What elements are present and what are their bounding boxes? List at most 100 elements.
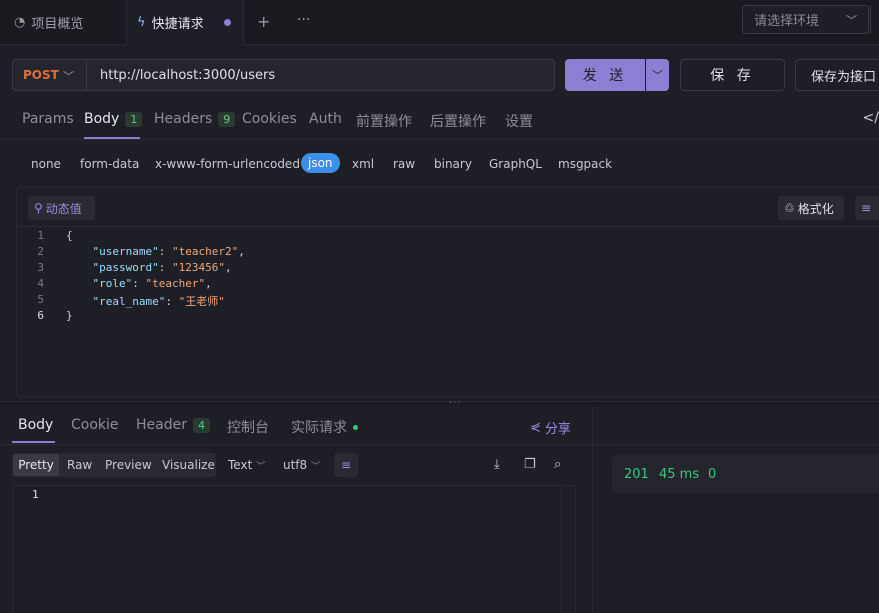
chevron-down-icon: ﹀: [846, 14, 857, 27]
code-line: "role": "teacher",: [92, 277, 212, 290]
response-tab-console[interactable]: 控制台: [227, 417, 269, 437]
tab-pre-processor-label: 前置操作: [356, 114, 412, 130]
tab-auth-label: Auth: [309, 111, 342, 127]
encoding-label: utf8: [283, 458, 308, 472]
tab-quick-request-label: 快捷请求: [151, 17, 204, 32]
response-tab-body[interactable]: Body: [18, 417, 53, 433]
code-value: "teacher2": [171, 245, 239, 258]
tab-headers-badge: 9: [218, 111, 236, 127]
tab-settings[interactable]: 设置: [505, 111, 533, 131]
tab-params-label: Params: [22, 111, 74, 127]
response-header-badge: 4: [192, 417, 210, 433]
code-icon[interactable]: </: [863, 110, 879, 126]
body-type-raw[interactable]: raw: [393, 157, 415, 171]
body-type-form-data[interactable]: form-data: [80, 157, 139, 171]
download-icon[interactable]: ⤓: [494, 457, 500, 472]
code-value: "王老师": [178, 295, 225, 308]
tab-cookies-label: Cookies: [242, 111, 297, 127]
body-editor[interactable]: [16, 187, 879, 397]
save-as-endpoint-button[interactable]: 保存为接口: [795, 59, 879, 91]
share-icon: ⋞: [530, 420, 541, 435]
line-number: 3: [37, 261, 44, 274]
body-type-xml[interactable]: xml: [352, 157, 374, 171]
environment-placeholder: 请选择环境: [754, 14, 820, 29]
code-line: "password": "123456",: [92, 261, 232, 274]
more-tabs-icon[interactable]: ···: [297, 12, 310, 28]
tab-project-overview[interactable]: ◔ 项目概览: [14, 0, 83, 45]
response-line-number: 1: [32, 488, 39, 501]
response-meta-panel: [593, 406, 879, 613]
add-tab-icon[interactable]: +: [257, 12, 270, 31]
format-raw[interactable]: Raw: [67, 458, 92, 472]
body-type-graphql[interactable]: GraphQL: [489, 157, 542, 171]
response-type-select[interactable]: Text ﹀: [228, 458, 265, 472]
body-type-urlencoded[interactable]: x-www-form-urlencoded: [155, 157, 300, 171]
status-dot: [353, 424, 358, 430]
response-tab-actual-request[interactable]: 实际请求: [291, 417, 358, 437]
format-visualize[interactable]: Visualize: [162, 458, 215, 472]
response-active-underline: [12, 441, 55, 443]
tab-headers[interactable]: Headers 9: [154, 111, 236, 127]
response-tab-body-label: Body: [18, 417, 54, 433]
environment-select[interactable]: 请选择环境 ﹀: [742, 5, 869, 34]
response-tab-console-label: 控制台: [227, 420, 269, 436]
code-line: "username": "teacher2",: [92, 245, 245, 258]
code-key: "username": [92, 245, 159, 258]
tab-params[interactable]: Params: [22, 111, 74, 127]
line-number: 6: [37, 309, 44, 322]
line-number: 2: [37, 245, 44, 258]
method-select[interactable]: POST ﹀: [12, 59, 86, 91]
encoding-select[interactable]: utf8 ﹀: [283, 458, 320, 472]
body-type-json[interactable]: json: [301, 153, 340, 173]
code-brace-open: {: [66, 229, 73, 242]
format-pretty[interactable]: Pretty: [13, 454, 59, 476]
status-code: 201: [624, 467, 649, 482]
wrap-toggle-button[interactable]: ≡: [855, 196, 879, 220]
tab-post-processor[interactable]: 后置操作: [430, 111, 486, 131]
response-scrollbar[interactable]: [561, 486, 562, 613]
lightning-icon: ϟ: [137, 15, 146, 30]
tab-cookies[interactable]: Cookies: [242, 111, 297, 127]
response-type-label: Text: [228, 458, 253, 472]
line-number: 5: [37, 293, 44, 306]
request-tabs: Params Body 1 Headers 9 Cookies Auth 前置操作 …: [0, 100, 879, 140]
save-button[interactable]: 保 存: [680, 59, 785, 91]
dynamic-value-button[interactable]: ⚲ 动态值: [28, 196, 95, 220]
tab-auth[interactable]: Auth: [309, 111, 342, 127]
format-preview[interactable]: Preview: [105, 458, 152, 472]
code-line: "real_name": "王老师": [92, 295, 225, 308]
line-number: 4: [37, 277, 44, 290]
body-type-binary[interactable]: binary: [434, 157, 472, 171]
format-label: 格式化: [797, 201, 834, 216]
tab-settings-label: 设置: [505, 114, 533, 130]
tab-body-label: Body: [84, 111, 120, 127]
tab-pre-processor[interactable]: 前置操作: [356, 111, 412, 131]
body-type-msgpack[interactable]: msgpack: [558, 157, 612, 171]
response-tab-header[interactable]: Header 4: [136, 417, 210, 433]
body-type-none[interactable]: none: [31, 157, 61, 171]
chevron-down-icon: ﹀: [256, 462, 266, 472]
response-tab-cookie[interactable]: Cookie: [71, 417, 119, 433]
response-body-viewer[interactable]: [12, 485, 576, 613]
code-key: "password": [92, 261, 159, 274]
tab-body-badge: 1: [125, 111, 143, 127]
copy-icon[interactable]: ❐: [524, 457, 536, 472]
chevron-down-icon: ﹀: [63, 70, 74, 83]
search-icon[interactable]: ⌕: [554, 457, 561, 472]
tab-body[interactable]: Body 1: [84, 111, 143, 127]
tab-post-processor-label: 后置操作: [430, 114, 486, 130]
response-tab-header-label: Header: [136, 417, 187, 433]
response-wrap-button[interactable]: ≡: [334, 453, 358, 477]
send-button[interactable]: 发 送: [565, 59, 645, 91]
response-status-box: [612, 455, 879, 493]
code-key: "real_name": [92, 295, 166, 308]
environment-side-button[interactable]: [870, 5, 879, 34]
code-key: "role": [92, 277, 133, 290]
editor-divider: [17, 226, 879, 227]
tab-quick-request[interactable]: ϟ 快捷请求: [126, 0, 244, 45]
format-button[interactable]: ♲ 格式化: [778, 196, 844, 220]
share-button[interactable]: ⋞ 分享: [530, 418, 571, 437]
method-label: POST: [23, 68, 59, 82]
url-input[interactable]: http://localhost:3000/users: [86, 59, 555, 91]
send-dropdown-button[interactable]: ﹀: [646, 59, 669, 91]
